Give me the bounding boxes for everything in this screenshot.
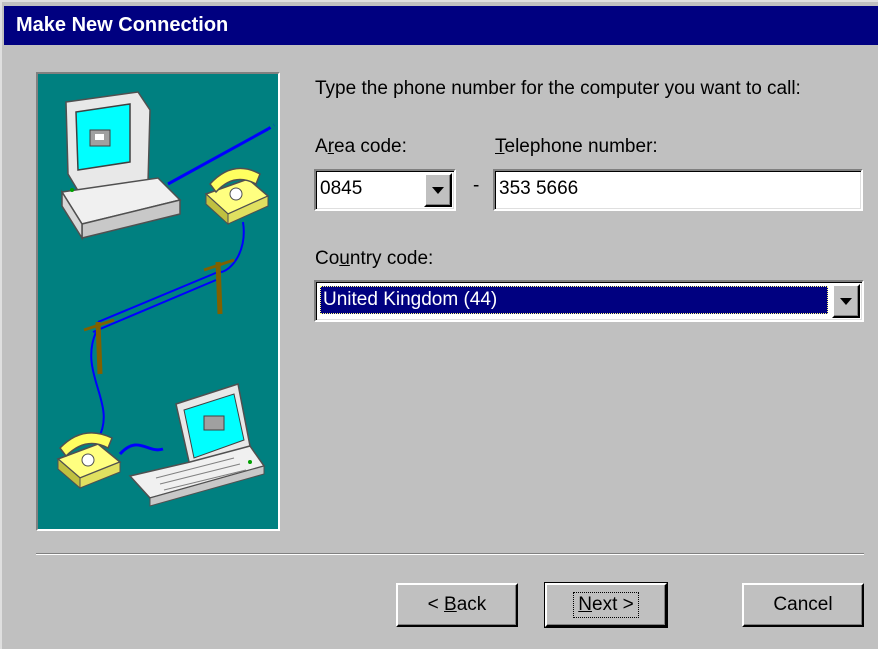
title-bar[interactable]: Make New Connection [4,6,878,45]
telephone-label-part: elephone number: [504,136,658,157]
country-code-value: United Kingdom (44) [320,286,828,314]
next-button-part: ext > [592,594,634,615]
divider [36,553,864,555]
country-label-accel: u [339,248,350,269]
back-button-part: ack [456,594,487,615]
next-button-accel: N [578,594,592,615]
instruction-text: Type the phone number for the computer y… [315,78,801,99]
telephone-icon [204,167,270,226]
next-button-focus: Next > [573,592,639,618]
desktop-computer-icon [60,91,182,241]
telephone-icon [56,432,122,490]
area-code-label-part: ea code: [334,136,407,157]
back-button-part: < [427,594,445,615]
cancel-button[interactable]: Cancel [742,583,864,627]
chevron-down-icon [840,298,852,305]
country-code-combobox[interactable]: United Kingdom (44) [314,280,864,322]
country-code-dropdown-button[interactable] [832,284,860,318]
telephone-pole-icon [83,258,235,375]
chevron-down-icon [432,187,444,194]
country-code-label: Country code: [315,248,433,270]
window-title: Make New Connection [16,14,229,36]
area-code-label: Area code: [315,136,407,158]
wizard-illustration [36,72,280,531]
telephone-number-label: Telephone number: [495,136,658,158]
area-code-combobox[interactable]: 0845 [314,169,456,211]
dialog-window: Make New Connection Type the phone numbe… [0,0,878,649]
area-code-dropdown-button[interactable] [424,173,452,207]
country-label-part: ntry code: [349,248,434,269]
back-button[interactable]: < Back [396,583,518,627]
back-button-accel: B [444,594,457,615]
dash-separator: - [473,175,480,196]
laptop-icon [128,383,266,507]
country-label-part: Co [315,248,340,269]
telephone-number-field[interactable]: 353 5666 [493,169,863,211]
area-code-value: 0845 [320,178,363,199]
telephone-number-value: 353 5666 [499,178,579,199]
telephone-label-accel: T [495,136,505,157]
next-button[interactable]: Next > [544,582,668,628]
area-code-label-part: A [315,136,328,157]
